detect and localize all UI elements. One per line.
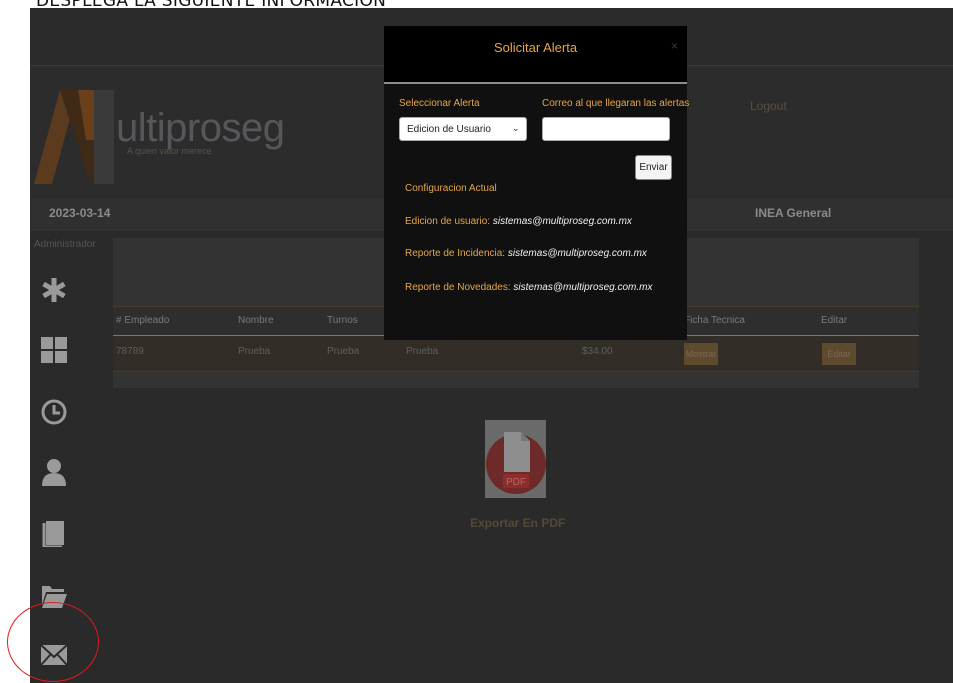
cell-monto: $34.00	[582, 346, 613, 357]
chevron-down-icon: ⌄	[512, 123, 520, 133]
asterisk-icon[interactable]	[40, 276, 68, 304]
mostrar-button[interactable]: Mostrar	[684, 343, 718, 365]
th-turnos: Turnos	[327, 315, 358, 326]
email-label: Correo al que llegaran las alertas	[542, 98, 690, 109]
logo-icon	[34, 90, 114, 184]
export-pdf-label[interactable]: Exportar En PDF	[470, 516, 565, 530]
alert-select[interactable]: Edicion de Usuario ⌄	[399, 117, 527, 141]
config-value: sistemas@multiproseg.com.mx	[513, 282, 653, 293]
logo-tagline: A quien valor merece	[127, 146, 212, 156]
select-alert-label: Seleccionar Alerta	[399, 98, 480, 109]
editar-button[interactable]: Editar	[822, 343, 856, 365]
email-input[interactable]	[542, 117, 670, 141]
pdf-icon[interactable]: PDF	[485, 420, 546, 498]
cell-nombre: Prueba	[238, 346, 271, 357]
pdf-badge-text: PDF	[506, 477, 526, 488]
grid-icon[interactable]	[40, 336, 68, 364]
config-value: sistemas@multiproseg.com.mx	[507, 248, 647, 259]
logout-link[interactable]: Logout	[750, 99, 787, 113]
highlight-circle	[7, 602, 99, 682]
config-title: Configuracion Actual	[405, 183, 497, 194]
table-row: 78789 Prueba Prueba Prueba $34.00 Mostra…	[113, 336, 919, 372]
th-empleado: # Empleado	[116, 315, 170, 326]
cell-extra: Prueba	[406, 346, 439, 357]
close-icon[interactable]: ×	[671, 39, 678, 53]
solicitar-alerta-modal: Solicitar Alerta × Seleccionar Alerta Co…	[384, 26, 690, 340]
user-role: Administrador	[34, 239, 96, 250]
modal-title: Solicitar Alerta	[493, 40, 578, 55]
modal-header: Solicitar Alerta ×	[384, 26, 687, 84]
config-key: Reporte de Novedades:	[405, 282, 511, 293]
clock-icon[interactable]	[40, 398, 68, 426]
enviar-button[interactable]: Enviar	[635, 155, 672, 180]
current-date: 2023-03-14	[49, 206, 111, 220]
config-key: Edicion de usuario:	[405, 216, 491, 227]
config-line: Reporte de Incidencia: sistemas@multipro…	[405, 248, 647, 259]
logo-text: ultiproseg	[116, 106, 285, 150]
config-key: Reporte de Incidencia:	[405, 248, 506, 259]
company-name: INEA General	[755, 206, 832, 220]
user-icon[interactable]	[40, 458, 68, 486]
book-icon[interactable]	[40, 519, 68, 547]
config-value: sistemas@multiproseg.com.mx	[492, 216, 632, 227]
th-ficha: Ficha Tecnica	[684, 315, 745, 326]
alert-select-value: Edicion de Usuario	[407, 124, 491, 135]
cell-empleado: 78789	[116, 346, 144, 357]
th-nombre: Nombre	[238, 315, 274, 326]
cell-turnos: Prueba	[327, 346, 360, 357]
app-window: ultiproseg A quien valor merece Logout 2…	[30, 8, 953, 683]
config-line: Edicion de usuario: sistemas@multiproseg…	[405, 216, 632, 227]
config-line: Reporte de Novedades: sistemas@multipros…	[405, 282, 652, 293]
th-editar: Editar	[821, 315, 848, 326]
